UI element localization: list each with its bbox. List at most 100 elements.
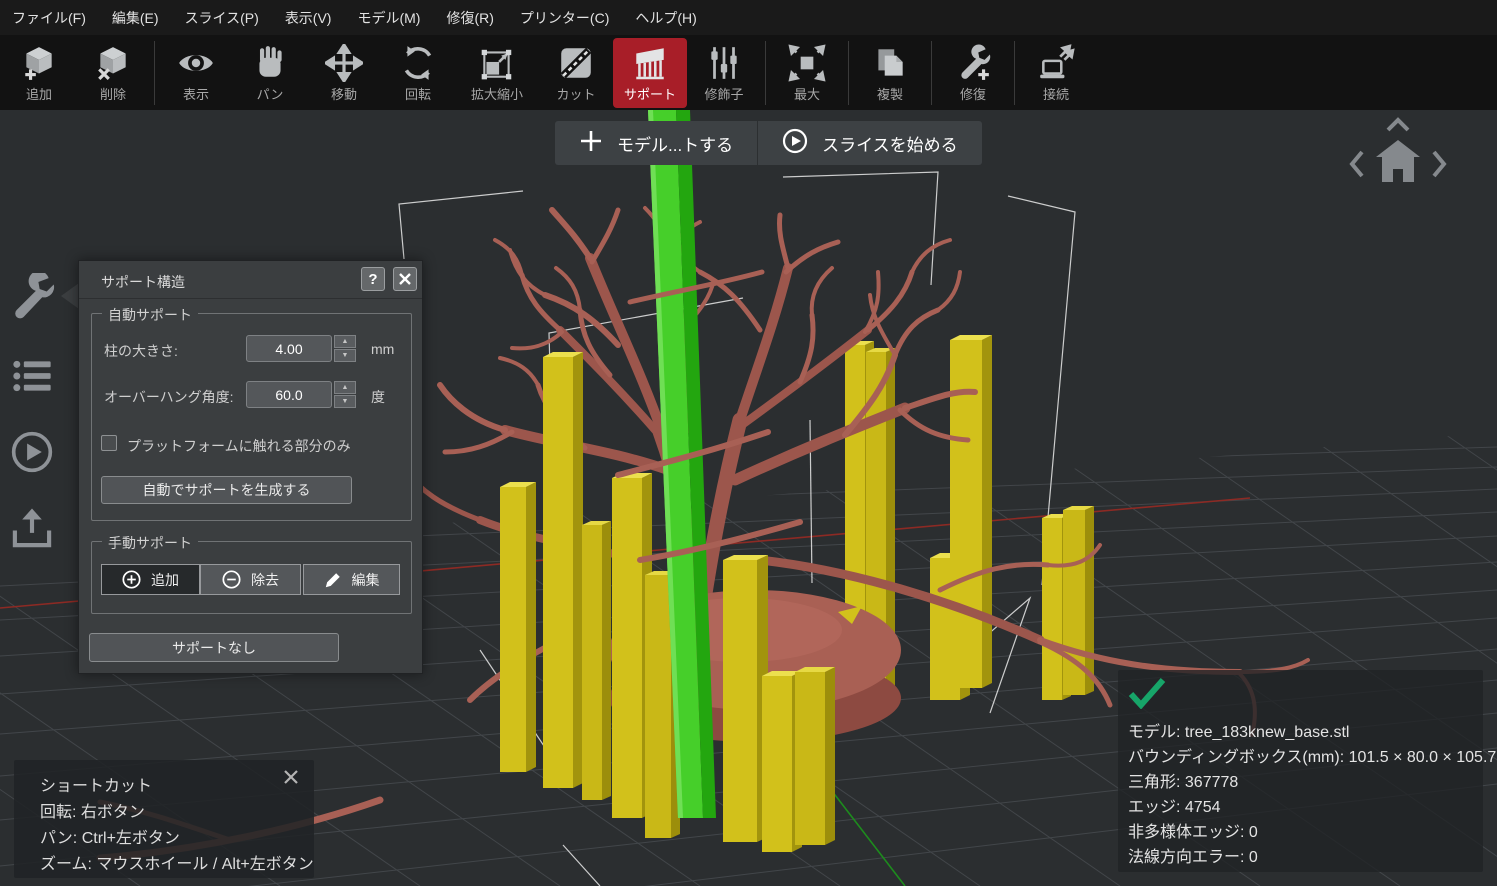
model-list-tool[interactable]: [8, 352, 56, 400]
pillar-size-spinner: ▲ ▼: [334, 335, 356, 362]
non-manifold-edges: 非多様体エッジ: 0: [1128, 818, 1258, 842]
toolbar-delete-button[interactable]: 削除: [76, 38, 150, 108]
overhang-input[interactable]: [246, 381, 332, 408]
toolbar-maximize-button[interactable]: 最大: [770, 38, 844, 108]
menu-printer[interactable]: プリンター(C): [520, 8, 609, 28]
pillar-size-input[interactable]: [246, 335, 332, 362]
play-icon: [10, 430, 54, 474]
menu-model[interactable]: モデル(M): [357, 8, 420, 28]
start-slice-button[interactable]: スライスを始める: [758, 121, 982, 165]
eye-icon: [177, 44, 215, 82]
menu-edit[interactable]: 編集(E): [112, 8, 159, 28]
generate-supports-button[interactable]: 自動でサポートを生成する: [101, 476, 352, 504]
toolbar-move-button[interactable]: 移動: [307, 38, 381, 108]
support-settings-tool[interactable]: [8, 272, 56, 320]
spin-up-button[interactable]: ▲: [334, 381, 356, 394]
dialog-close-button[interactable]: [393, 267, 417, 291]
toolbar-cut-button[interactable]: カット: [539, 38, 613, 108]
circle-minus-icon: [222, 570, 241, 589]
toolbar-modifier-button[interactable]: 修飾子: [687, 38, 761, 108]
close-icon: [399, 273, 411, 285]
toolbar-repair-button[interactable]: 修復: [936, 38, 1010, 108]
spin-up-button[interactable]: ▲: [334, 335, 356, 348]
shortcuts-panel: ショートカット 回転: 右ボタン パン: Ctrl+左ボタン ズーム: マウスホ…: [14, 760, 314, 878]
support-structure-icon: [631, 44, 669, 82]
repair-wrench-icon: [954, 44, 992, 82]
pillar-size-label: 柱の大きさ:: [104, 341, 178, 361]
bounding-box-size: バウンディングボックス(mm): 101.5 × 80.0 × 105.7: [1128, 743, 1496, 767]
toolbar-add-button[interactable]: 追加: [2, 38, 76, 108]
overhang-unit: 度: [371, 387, 385, 407]
connect-printer-icon: [1037, 44, 1075, 82]
toolbar-rotate-button[interactable]: 回転: [381, 38, 455, 108]
edge-count: エッジ: 4754: [1128, 793, 1221, 817]
toolbar-scale-button[interactable]: 拡大縮小: [455, 38, 539, 108]
nav-right-button[interactable]: [1434, 152, 1444, 176]
manual-remove-button[interactable]: 除去: [200, 564, 301, 595]
spin-down-button[interactable]: ▼: [334, 395, 356, 408]
toolbar-divider: [931, 41, 932, 105]
shortcut-line: パン: Ctrl+左ボタン: [40, 824, 180, 848]
export-tool[interactable]: [8, 504, 56, 552]
upload-icon: [10, 506, 54, 550]
no-support-button[interactable]: サポートなし: [89, 633, 339, 662]
overhang-spinner: ▲ ▼: [334, 381, 356, 408]
manual-add-button[interactable]: 追加: [101, 564, 200, 595]
menu-slice[interactable]: スライス(P): [185, 8, 259, 28]
toolbar-connect-button[interactable]: 接続: [1019, 38, 1093, 108]
sliders-icon: [705, 44, 743, 82]
check-icon: [1127, 677, 1167, 709]
nav-left-button[interactable]: [1352, 152, 1362, 176]
move-arrows-icon: [325, 44, 363, 82]
wrench-icon: [9, 273, 55, 319]
view-navigation: [1340, 112, 1460, 192]
play-circle-icon: [782, 128, 808, 159]
toolbar-support-button[interactable]: サポート: [613, 38, 687, 108]
toolbar-view-button[interactable]: 表示: [159, 38, 233, 108]
delete-cube-icon: [94, 44, 132, 82]
menu-file[interactable]: ファイル(F): [12, 8, 86, 28]
add-cube-icon: [20, 44, 58, 82]
start-print-tool[interactable]: [8, 428, 56, 476]
overhang-label: オーバーハング角度:: [104, 387, 233, 407]
circle-plus-icon: [122, 570, 141, 589]
shortcuts-close-button[interactable]: [282, 768, 300, 786]
shortcut-line: ズーム: マウスホイール / Alt+左ボタン: [40, 850, 314, 874]
model-name: モデル: tree_183knew_base.stl: [1128, 718, 1349, 742]
home-view-button[interactable]: [1376, 140, 1420, 182]
menu-repair[interactable]: 修復(R): [446, 8, 493, 28]
dialog-help-button[interactable]: ?: [361, 267, 385, 291]
shortcut-line: 回転: 右ボタン: [40, 798, 145, 822]
shortcuts-title: ショートカット: [40, 772, 152, 796]
dialog-title: サポート構造: [101, 272, 185, 292]
dialog-pointer: [61, 283, 79, 309]
triangle-count: 三角形: 367778: [1128, 768, 1238, 792]
app-window: ファイル(F) 編集(E) スライス(P) 表示(V) モデル(M) 修復(R)…: [0, 0, 1497, 886]
nav-up-button[interactable]: [1388, 120, 1408, 130]
toolbar-divider: [1014, 41, 1015, 105]
list-icon: [11, 355, 53, 397]
manual-edit-button[interactable]: 編集: [303, 564, 400, 595]
menu-help[interactable]: ヘルプ(H): [635, 8, 696, 28]
spin-down-button[interactable]: ▼: [334, 349, 356, 362]
duplicate-pages-icon: [871, 44, 909, 82]
menu-bar: ファイル(F) 編集(E) スライス(P) 表示(V) モデル(M) 修復(R)…: [0, 0, 1497, 35]
pillar-size-unit: mm: [371, 341, 394, 357]
menu-view[interactable]: 表示(V): [285, 8, 332, 28]
platform-only-label: プラットフォームに触れる部分のみ: [127, 436, 351, 456]
scale-box-icon: [478, 44, 516, 82]
pencil-icon: [324, 571, 342, 589]
toolbar-duplicate-button[interactable]: 複製: [853, 38, 927, 108]
model-info-panel: モデル: tree_183knew_base.stl バウンディングボックス(m…: [1118, 670, 1483, 872]
plus-icon: [579, 129, 603, 158]
platform-only-checkbox[interactable]: [101, 435, 117, 451]
cut-plane-icon: [557, 44, 595, 82]
toolbar-pan-button[interactable]: パン: [233, 38, 307, 108]
maximize-icon: [788, 44, 826, 82]
import-model-button[interactable]: モデル...トする: [555, 121, 757, 165]
hand-icon: [251, 44, 289, 82]
toolbar-divider: [154, 41, 155, 105]
main-toolbar: 追加 削除 表示 パン 移動 回転 拡大縮小 カット: [0, 35, 1497, 110]
rotate-arrows-icon: [399, 44, 437, 82]
toolbar-divider: [765, 41, 766, 105]
